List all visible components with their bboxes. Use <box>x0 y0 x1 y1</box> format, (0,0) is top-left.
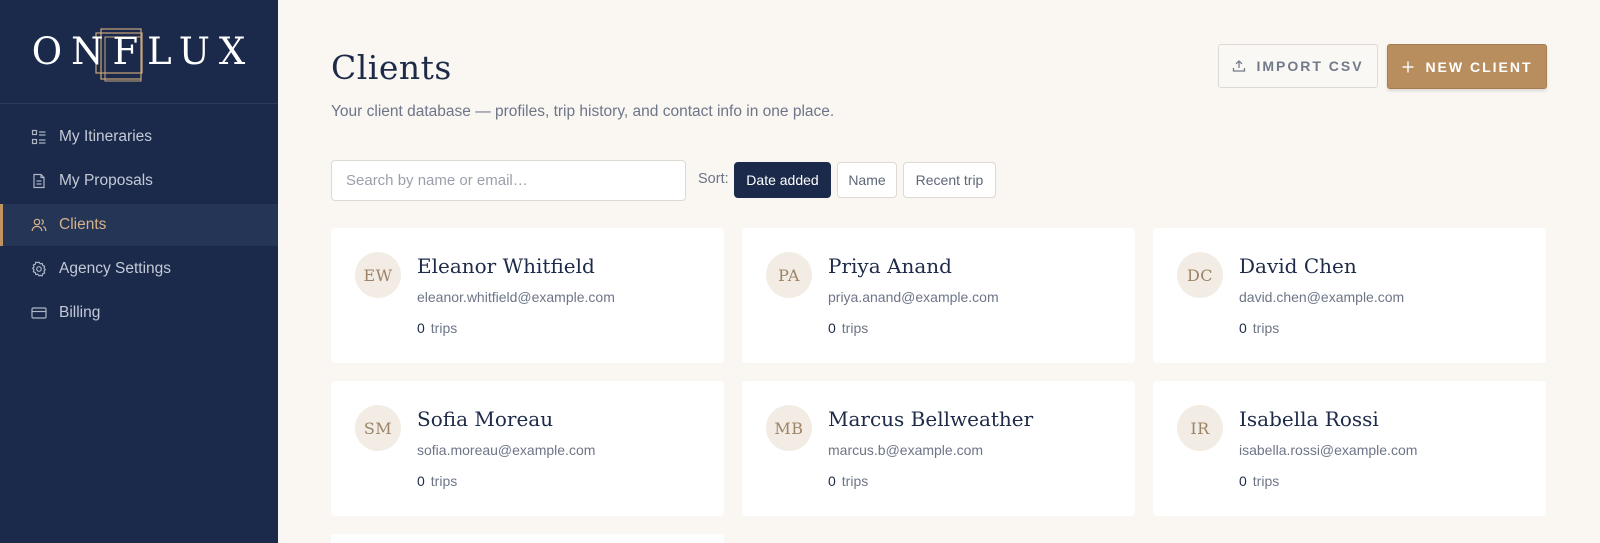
sort-name-button[interactable]: Name <box>837 162 897 198</box>
trip-count: 0 <box>417 320 425 336</box>
avatar: PA <box>766 252 812 298</box>
client-trips: 0 trips <box>417 320 457 336</box>
client-name: Sofia Moreau <box>417 407 554 431</box>
client-email: isabella.rossi@example.com <box>1239 442 1418 458</box>
client-name: Isabella Rossi <box>1239 407 1379 431</box>
client-name: Priya Anand <box>828 254 952 278</box>
trips-label: trips <box>1252 473 1280 489</box>
client-card[interactable]: PA Priya Anand priya.anand@example.com 0… <box>742 228 1135 363</box>
avatar: MB <box>766 405 812 451</box>
client-email: eleanor.whitfield@example.com <box>417 289 615 305</box>
trips-label: trips <box>430 473 458 489</box>
gear-icon <box>31 261 47 277</box>
sidebar-item-label: Agency Settings <box>59 260 172 277</box>
client-card[interactable]: SM Sofia Moreau sofia.moreau@example.com… <box>331 381 724 516</box>
sidebar-item-label: My Proposals <box>59 172 153 189</box>
plus-icon <box>1401 60 1415 74</box>
new-client-button[interactable]: NEW CLIENT <box>1387 44 1547 89</box>
sidebar-nav: My Itineraries My Proposals Clients Agen… <box>0 116 278 334</box>
client-email: sofia.moreau@example.com <box>417 442 596 458</box>
upload-icon <box>1232 59 1246 73</box>
trip-count: 0 <box>828 473 836 489</box>
client-email: priya.anand@example.com <box>828 289 999 305</box>
avatar: EW <box>355 252 401 298</box>
avatar: IR <box>1177 405 1223 451</box>
sidebar-item-clients[interactable]: Clients <box>0 204 278 246</box>
client-trips: 0 trips <box>1239 320 1279 336</box>
sort-date-added-button[interactable]: Date added <box>734 162 831 198</box>
itineraries-icon <box>31 129 47 145</box>
sidebar-item-label: Billing <box>59 304 101 321</box>
sidebar-item-label: My Itineraries <box>59 128 153 145</box>
client-name: Marcus Bellweather <box>828 407 1034 431</box>
client-trips: 0 trips <box>1239 473 1279 489</box>
client-trips: 0 trips <box>417 473 457 489</box>
sidebar-item-billing[interactable]: Billing <box>0 292 278 334</box>
sort-label: Sort: <box>698 171 729 187</box>
client-email: marcus.b@example.com <box>828 442 984 458</box>
main-content: Clients Your client database — profiles,… <box>278 0 1600 543</box>
trips-label: trips <box>841 473 869 489</box>
credit-card-icon <box>31 305 47 321</box>
logo-text: ONFLUX <box>31 30 255 73</box>
sidebar-item-proposals[interactable]: My Proposals <box>0 160 278 202</box>
search-input[interactable] <box>331 160 686 201</box>
client-card-partial[interactable] <box>331 534 724 543</box>
client-email: david.chen@example.com <box>1239 289 1405 305</box>
trips-label: trips <box>430 320 458 336</box>
avatar: DC <box>1177 252 1223 298</box>
page-title: Clients <box>331 48 452 87</box>
import-csv-label: IMPORT CSV <box>1256 58 1364 74</box>
avatar: SM <box>355 405 401 451</box>
page-subtitle: Your client database — profiles, trip hi… <box>331 103 835 120</box>
sidebar: ONFLUX My Itineraries My Proposals Clien… <box>0 0 278 543</box>
new-client-label: NEW CLIENT <box>1425 58 1533 75</box>
import-csv-button[interactable]: IMPORT CSV <box>1218 44 1378 88</box>
client-card[interactable]: EW Eleanor Whitfield eleanor.whitfield@e… <box>331 228 724 363</box>
sidebar-item-itineraries[interactable]: My Itineraries <box>0 116 278 158</box>
sidebar-item-agency-settings[interactable]: Agency Settings <box>0 248 278 290</box>
client-card[interactable]: IR Isabella Rossi isabella.rossi@example… <box>1153 381 1546 516</box>
client-trips: 0 trips <box>828 320 868 336</box>
document-icon <box>31 173 47 189</box>
client-name: Eleanor Whitfield <box>417 254 595 278</box>
brand-logo[interactable]: ONFLUX <box>0 0 278 104</box>
trips-label: trips <box>1252 320 1280 336</box>
trip-count: 0 <box>1239 473 1247 489</box>
trips-label: trips <box>841 320 869 336</box>
client-card[interactable]: MB Marcus Bellweather marcus.b@example.c… <box>742 381 1135 516</box>
client-name: David Chen <box>1239 254 1357 278</box>
trip-count: 0 <box>828 320 836 336</box>
trip-count: 0 <box>417 473 425 489</box>
sidebar-item-label: Clients <box>59 216 107 233</box>
sort-recent-trip-button[interactable]: Recent trip <box>903 162 996 198</box>
users-icon <box>31 217 47 233</box>
client-card[interactable]: DC David Chen david.chen@example.com 0 tr… <box>1153 228 1546 363</box>
client-trips: 0 trips <box>828 473 868 489</box>
trip-count: 0 <box>1239 320 1247 336</box>
